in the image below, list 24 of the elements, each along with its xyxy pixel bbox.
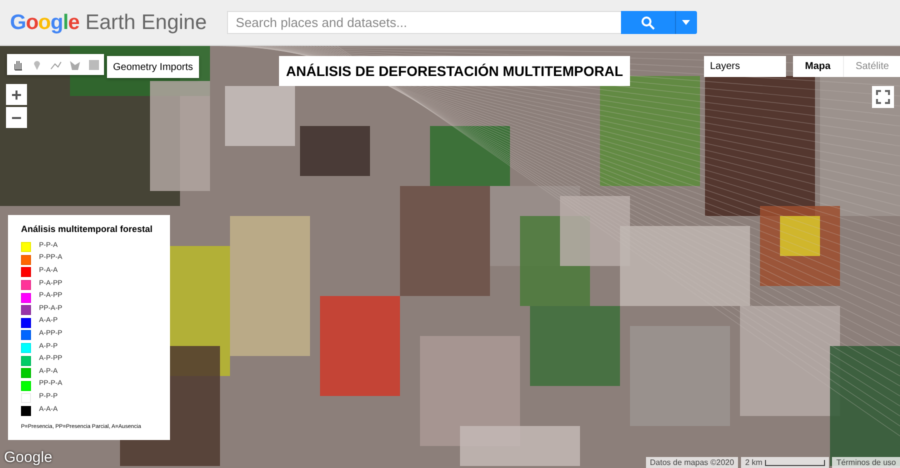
- scale-bar: 2 km: [741, 457, 830, 468]
- dropdown-button[interactable]: [674, 11, 697, 34]
- scale-ruler-icon: [765, 460, 826, 466]
- caret-icon: [682, 20, 690, 25]
- zoom-out-button[interactable]: −: [6, 107, 27, 128]
- map-attribution: Datos de mapas ©2020: [646, 457, 738, 468]
- rectangle-tool[interactable]: [86, 57, 101, 72]
- zoom-in-button[interactable]: +: [6, 84, 27, 105]
- terms-link[interactable]: Términos de uso: [832, 457, 900, 468]
- square-icon: [88, 58, 100, 70]
- search-icon: [640, 16, 655, 30]
- search-field[interactable]: Search places and datasets...: [226, 11, 621, 34]
- earth-engine-logo: Google Earth Engine: [10, 10, 207, 34]
- map-type-tab[interactable]: Satélite: [842, 56, 900, 77]
- layers-button[interactable]: Layers: [704, 56, 786, 77]
- search-button[interactable]: [620, 11, 675, 34]
- legend-title: Análisis multitemporal forestal: [21, 223, 153, 235]
- polygon-icon: [68, 58, 80, 70]
- map-type-tab[interactable]: Mapa: [793, 56, 843, 77]
- google-logo: Google: [4, 449, 52, 466]
- map-title: ANÁLISIS DE DEFORESTACIÓN MULTITEMPORAL: [279, 56, 630, 86]
- fullscreen-button[interactable]: [872, 86, 894, 108]
- geometry-imports-button[interactable]: Geometry Imports: [107, 56, 200, 78]
- fullscreen-icon: [876, 90, 890, 104]
